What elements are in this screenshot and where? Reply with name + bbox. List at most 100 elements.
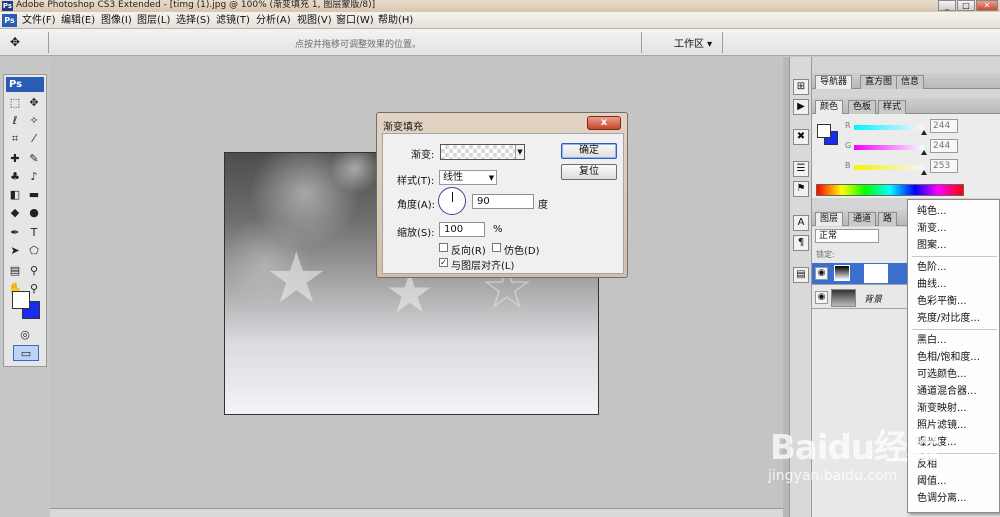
maximize-button[interactable]: □ <box>957 0 975 11</box>
histogram-icon[interactable]: ▶ <box>793 99 809 115</box>
ok-button[interactable]: 确定 <box>561 143 617 159</box>
menu-item-color-balance[interactable]: 色彩平衡... <box>908 293 1000 310</box>
layer-mask-thumbnail[interactable] <box>864 264 888 283</box>
g-slider[interactable] <box>854 145 924 150</box>
move-tool-icon[interactable]: ✥ <box>10 35 20 49</box>
color-fg-swatch[interactable] <box>817 124 831 138</box>
r-slider[interactable] <box>854 125 924 130</box>
tab-color[interactable]: 颜色 <box>815 100 844 114</box>
color-spectrum-bar[interactable] <box>816 184 964 196</box>
tab-layers[interactable]: 图层 <box>815 212 844 226</box>
reset-button[interactable]: 复位 <box>561 164 617 180</box>
menu-item-brightness-contrast[interactable]: 亮度/对比度... <box>908 310 1000 327</box>
quick-mask-icon[interactable]: ◎ <box>17 327 33 343</box>
dodge-tool-icon[interactable]: ● <box>26 205 42 221</box>
lasso-tool-icon[interactable]: ℓ <box>7 113 23 129</box>
navigator-icon[interactable]: ⊞ <box>793 79 809 95</box>
tool-presets-icon[interactable]: ✖ <box>793 129 809 145</box>
foreground-color-swatch[interactable] <box>12 291 30 309</box>
menu-item-curves[interactable]: 曲线... <box>908 276 1000 293</box>
tab-paths[interactable]: 路 <box>878 212 898 226</box>
slice-tool-icon[interactable]: ⁄ <box>26 131 42 147</box>
menu-item-black-white[interactable]: 黑白... <box>908 332 1000 349</box>
angle-input[interactable]: 90 <box>472 194 534 209</box>
tab-styles[interactable]: 样式 <box>878 100 907 114</box>
menu-item-hue-saturation[interactable]: 色相/饱和度... <box>908 349 1000 366</box>
crop-tool-icon[interactable]: ⌗ <box>7 131 23 147</box>
brushes-icon[interactable]: ☰ <box>793 161 809 177</box>
move-tool-icon[interactable]: ✥ <box>26 95 42 111</box>
eye-icon[interactable]: ◉ <box>815 267 828 280</box>
blend-mode-select[interactable]: 正常 <box>815 229 879 243</box>
tab-info[interactable]: 信息 <box>896 75 925 89</box>
dialog-body: 渐变: ▼ 样式(T): 线性 ▼ 角度(A): 90 度 缩放(S): 100… <box>382 133 624 274</box>
scale-input[interactable]: 100 <box>439 222 485 237</box>
menu-edit[interactable]: 编辑(E) <box>61 14 95 27</box>
g-value[interactable]: 244 <box>930 139 958 153</box>
gradient-tool-icon[interactable]: ▬ <box>26 187 42 203</box>
gradient-picker[interactable]: ▼ <box>440 144 525 160</box>
brush-tool-icon[interactable]: ✎ <box>26 151 42 167</box>
tab-channels[interactable]: 通道 <box>848 212 877 226</box>
tab-swatches[interactable]: 色板 <box>848 100 877 114</box>
pen-tool-icon[interactable]: ✒ <box>7 225 23 241</box>
eye-icon[interactable]: ◉ <box>815 291 828 304</box>
menu-item-levels[interactable]: 色阶... <box>908 259 1000 276</box>
chevron-down-icon[interactable]: ▼ <box>515 145 524 159</box>
menu-layer[interactable]: 图层(L) <box>137 14 170 27</box>
g-slider-thumb[interactable] <box>921 150 927 155</box>
screen-mode-icon[interactable]: ▭ <box>13 345 39 361</box>
menu-item-gradient-map[interactable]: 渐变映射... <box>908 400 1000 417</box>
align-checkbox[interactable]: ✓ <box>439 258 448 267</box>
menu-analysis[interactable]: 分析(A) <box>256 14 291 27</box>
notes-tool-icon[interactable]: ▤ <box>7 263 23 279</box>
menu-item-channel-mixer[interactable]: 通道混合器... <box>908 383 1000 400</box>
dialog-close-button[interactable]: x <box>587 116 621 130</box>
type-tool-icon[interactable]: T <box>26 225 42 241</box>
reverse-checkbox[interactable] <box>439 243 448 252</box>
angle-dial[interactable] <box>438 187 466 215</box>
minimize-button[interactable]: _ <box>938 0 956 11</box>
magic-wand-icon[interactable]: ✧ <box>26 113 42 129</box>
chevron-down-icon[interactable]: ▼ <box>487 171 496 185</box>
g-label: G <box>845 141 852 150</box>
character-icon[interactable]: A <box>793 215 809 231</box>
history-brush-icon[interactable]: ♪ <box>26 169 42 185</box>
shape-tool-icon[interactable]: ⬠ <box>26 243 42 259</box>
path-select-icon[interactable]: ➤ <box>7 243 23 259</box>
menu-select[interactable]: 选择(S) <box>176 14 210 27</box>
eyedropper-icon[interactable]: ⚲ <box>26 263 42 279</box>
menu-window[interactable]: 窗口(W) <box>336 14 374 27</box>
paragraph-icon[interactable]: ¶ <box>793 235 809 251</box>
tab-navigator[interactable]: 导航器 <box>815 75 853 89</box>
menu-item-threshold[interactable]: 阈值... <box>908 473 1000 490</box>
menu-item-pattern[interactable]: 图案... <box>908 237 1000 254</box>
menu-item-solid-color[interactable]: 纯色... <box>908 203 1000 220</box>
marquee-tool-icon[interactable]: ⬚ <box>7 95 23 111</box>
menu-item-posterize[interactable]: 色调分离... <box>908 490 1000 507</box>
dither-checkbox[interactable] <box>492 243 501 252</box>
healing-brush-icon[interactable]: ✚ <box>7 151 23 167</box>
stamp-tool-icon[interactable]: ♣ <box>7 169 23 185</box>
menu-file[interactable]: 文件(F) <box>22 14 56 27</box>
menu-help[interactable]: 帮助(H) <box>378 14 413 27</box>
options-bar: ✥ 点按并拖移可调整效果的位置。 工作区 ▾ <box>0 29 1000 56</box>
close-window-button[interactable]: ✕ <box>976 0 998 11</box>
menu-item-gradient[interactable]: 渐变... <box>908 220 1000 237</box>
menu-view[interactable]: 视图(V) <box>297 14 332 27</box>
blur-tool-icon[interactable]: ◆ <box>7 205 23 221</box>
r-slider-thumb[interactable] <box>921 130 927 135</box>
tab-histogram[interactable]: 直方图 <box>860 75 898 89</box>
workspace-menu[interactable]: 工作区 ▾ <box>674 35 712 50</box>
menu-filter[interactable]: 滤镜(T) <box>216 14 250 27</box>
eraser-tool-icon[interactable]: ◧ <box>7 187 23 203</box>
style-select[interactable]: 线性 ▼ <box>439 170 497 185</box>
b-value[interactable]: 253 <box>930 159 958 173</box>
clone-source-icon[interactable]: ⚑ <box>793 181 809 197</box>
menu-image[interactable]: 图像(I) <box>101 14 132 27</box>
r-value[interactable]: 244 <box>930 119 958 133</box>
b-slider-thumb[interactable] <box>921 170 927 175</box>
layer-comps-icon[interactable]: ▤ <box>793 267 809 283</box>
menu-item-selective-color[interactable]: 可选颜色... <box>908 366 1000 383</box>
b-slider[interactable] <box>854 165 924 170</box>
